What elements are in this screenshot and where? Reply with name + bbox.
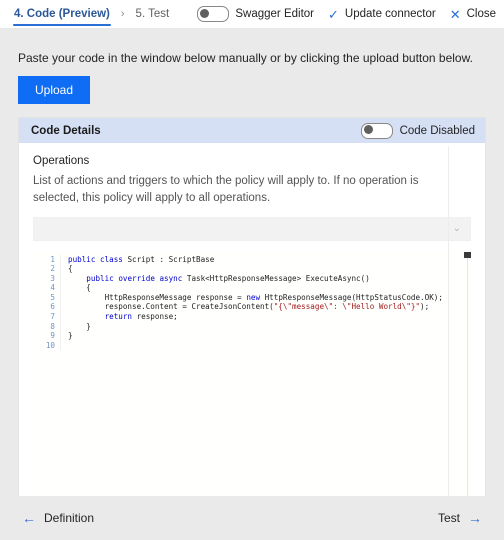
update-connector-label: Update connector — [344, 8, 436, 20]
breadcrumb-separator-icon: › — [120, 8, 125, 20]
close-icon: ✕ — [449, 6, 461, 22]
line-number: 10 — [45, 340, 55, 350]
code-line: { — [68, 264, 73, 274]
line-number: 8 — [50, 321, 55, 331]
code-line: response.Content = CreateJsonContent("{\… — [68, 302, 430, 312]
close-button[interactable]: ✕ Close — [450, 0, 496, 28]
operations-dropdown[interactable]: ⌄ — [33, 216, 471, 241]
code-enable-toggle[interactable]: Code Disabled — [360, 122, 475, 139]
arrow-left-icon: ← — [22, 510, 36, 526]
line-number: 9 — [50, 331, 55, 341]
back-to-definition-button[interactable]: ← Definition — [22, 511, 94, 525]
scrollbar-thumb[interactable] — [464, 251, 471, 258]
code-details-header: Code Details Code Disabled — [19, 118, 485, 143]
swagger-editor-label: Swagger Editor — [235, 8, 314, 20]
wizard-footer: ← Definition Test → — [0, 496, 504, 540]
code-line: } — [68, 331, 73, 341]
toggle-switch-icon[interactable] — [360, 122, 393, 139]
line-number-gutter: 1 2 3 4 5 6 7 8 9 10 — [33, 254, 61, 351]
next-label: Test — [437, 511, 460, 525]
operations-label: Operations — [33, 155, 90, 167]
code-line: return response; — [104, 312, 178, 322]
intro-text: Paste your code in the window below manu… — [18, 51, 473, 65]
code-line: HttpResponseMessage response = new HttpR… — [68, 292, 443, 302]
breadcrumb: 4. Code (Preview) › 5. Test — [0, 0, 173, 28]
code-editor[interactable]: 1 2 3 4 5 6 7 8 9 10 public class Script : Script… — [33, 251, 471, 517]
breadcrumb-item-test[interactable]: 5. Test — [132, 0, 174, 28]
code-text-area[interactable]: public class Script : ScriptBase{ public… — [61, 255, 471, 351]
operations-section: Operations List of actions and triggers … — [19, 143, 485, 241]
card-vertical-divider — [448, 146, 449, 498]
editor-vertical-scrollbar[interactable] — [464, 251, 471, 517]
chevron-down-icon: ⌄ — [452, 222, 461, 234]
line-number: 6 — [50, 302, 55, 312]
command-bar-actions: Swagger Editor ✓ Update connector ✕ Clos… — [197, 0, 496, 28]
line-number: 2 — [50, 264, 55, 274]
code-line: public class Script : ScriptBase — [68, 254, 215, 264]
check-icon: ✓ — [327, 6, 339, 22]
code-line: } — [68, 321, 91, 331]
card-title: Code Details — [31, 124, 101, 137]
top-command-bar: 4. Code (Preview) › 5. Test Swagger Edit… — [0, 0, 504, 29]
next-to-test-button[interactable]: Test → — [438, 511, 482, 525]
upload-button[interactable]: Upload — [18, 76, 91, 104]
toggle-switch-icon[interactable] — [197, 6, 230, 22]
breadcrumb-item-label: 5. Test — [135, 8, 170, 20]
operations-description: List of actions and triggers to which th… — [33, 175, 419, 205]
line-number: 4 — [50, 283, 55, 293]
code-toggle-label: Code Disabled — [399, 124, 475, 137]
breadcrumb-item-label: 4. Code (Preview) — [14, 8, 110, 20]
code-details-card: Code Details Code Disabled Operations Li… — [18, 117, 486, 517]
line-number: 7 — [50, 312, 55, 322]
back-label: Definition — [44, 511, 95, 525]
close-label: Close — [466, 8, 496, 20]
swagger-editor-toggle[interactable]: Swagger Editor — [197, 0, 314, 28]
update-connector-button[interactable]: ✓ Update connector — [328, 0, 436, 28]
code-line: public override async Task<HttpResponseM… — [86, 273, 370, 283]
main-content: Paste your code in the window below manu… — [0, 29, 504, 517]
line-number: 1 — [50, 254, 55, 264]
line-number: 5 — [50, 292, 55, 302]
code-line: { — [68, 283, 91, 293]
breadcrumb-item-code-preview[interactable]: 4. Code (Preview) — [10, 0, 114, 28]
code-editor-inner: 1 2 3 4 5 6 7 8 9 10 public class Script : Script… — [33, 252, 471, 351]
scrollbar-track — [466, 257, 468, 506]
arrow-right-icon: → — [468, 510, 482, 526]
line-number: 3 — [50, 273, 55, 283]
